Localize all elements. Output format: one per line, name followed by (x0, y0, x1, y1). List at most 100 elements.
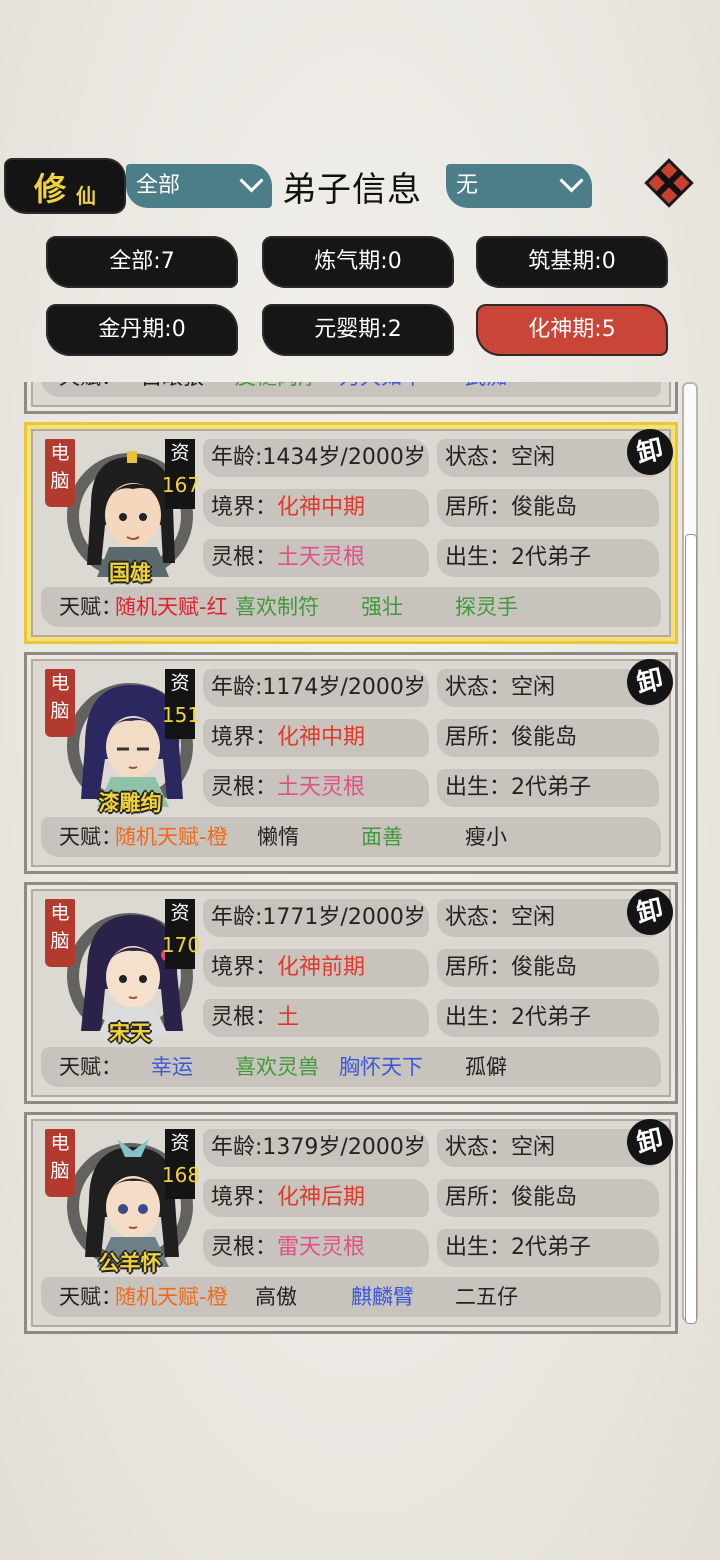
root-field: 灵根：土天灵根 (203, 769, 429, 807)
filter-zhuji[interactable]: 筑基期:0 (476, 236, 668, 288)
residence-value: 俊能岛 (511, 1185, 578, 1210)
talent: 二五仔 (455, 1285, 518, 1309)
birth-value: 2代弟子 (511, 1005, 592, 1030)
ai-controlled-tag: 电脑 (45, 1129, 75, 1197)
disciple-name: 国雄 (109, 561, 151, 585)
chevron-down-icon (559, 168, 584, 193)
age-field: 年龄:1434岁/2000岁 (203, 439, 429, 477)
realm-field: 境界：化神后期 (203, 1179, 429, 1217)
filter-all[interactable]: 全部:7 (46, 236, 238, 288)
age-field: 年龄:1771岁/2000岁 (203, 899, 429, 937)
page-title: 弟子信息 (282, 170, 422, 210)
chevron-down-icon (239, 168, 264, 193)
logo-big-char: 修 (34, 170, 67, 208)
disciple-card[interactable]: 电脑 资 168 公羊怀 年龄:1379岁/2000岁 状态：空闲 境界：化神后… (24, 1112, 678, 1334)
talent: 随机天赋-红 (115, 595, 228, 619)
logo-small-char: 仙 (76, 184, 96, 208)
talent-label: 天赋： (59, 1055, 122, 1079)
close-button[interactable] (644, 158, 694, 208)
state-value: 空闲 (511, 1135, 556, 1160)
ai-controlled-tag: 电脑 (45, 669, 75, 737)
realm-value: 化神后期 (277, 1185, 366, 1210)
filter-huashen[interactable]: 化神期:5 (476, 304, 668, 356)
scrollbar-thumb[interactable] (685, 534, 697, 1324)
talent-label: 天赋： (59, 595, 122, 619)
disciple-name: 漆雕绚 (98, 791, 162, 815)
talent: 麒麟臂 (351, 1285, 414, 1309)
category-dropdown-value: 全部 (136, 173, 181, 198)
talent-row: 天赋： 随机天赋-橙 高傲 麒麟臂 二五仔 (41, 1277, 661, 1317)
avatar: 电脑 资 151 漆雕绚 (45, 665, 200, 815)
disciple-card[interactable]: 电脑 资 170 宋天 年龄:1771岁/2000岁 状态：空闲 境界：化神前期… (24, 882, 678, 1104)
state-field: 状态：空闲 (437, 1129, 659, 1167)
talent: 探灵手 (455, 595, 518, 619)
ai-controlled-tag: 电脑 (45, 899, 75, 967)
disciple-card[interactable]: 电脑 资 151 漆雕绚 年龄:1174岁/2000岁 状态：空闲 境界：化神中… (24, 652, 678, 874)
aptitude-value: 167 (161, 473, 201, 497)
disciple-list[interactable]: 天赋： 白眼狼 皮糙肉厚 力大如牛 武痴 电脑 资 167 国雄 (0, 382, 720, 1344)
filter-yuanying[interactable]: 元婴期:2 (262, 304, 454, 356)
residence-value: 俊能岛 (511, 495, 578, 520)
talent-row: 天赋： 随机天赋-橙 懒惰 面善 瘦小 (41, 817, 661, 857)
residence-value: 俊能岛 (511, 955, 578, 980)
state-value: 空闲 (511, 905, 556, 930)
talent: 皮糙肉厚 (235, 382, 319, 397)
state-field: 状态：空闲 (437, 899, 659, 937)
talent: 喜欢制符 (235, 595, 319, 619)
talent-row: 天赋： 幸运 喜欢灵兽 胸怀天下 孤僻 (41, 1047, 661, 1087)
age-value: 1434岁/2000岁 (262, 445, 426, 470)
birth-value: 2代弟子 (511, 1235, 592, 1260)
state-field: 状态：空闲 (437, 669, 659, 707)
avatar: 电脑 资 170 宋天 (45, 895, 200, 1045)
talent: 懒惰 (257, 825, 299, 849)
state-value: 空闲 (511, 445, 556, 470)
talent: 白眼狼 (141, 382, 204, 397)
sort-dropdown-value: 无 (456, 173, 479, 198)
talent-row: 天赋： 白眼狼 皮糙肉厚 力大如牛 武痴 (41, 382, 661, 397)
birth-field: 出生：2代弟子 (437, 1229, 659, 1267)
realm-value: 化神中期 (277, 495, 366, 520)
age-value: 1379岁/2000岁 (262, 1135, 426, 1160)
list-scrollbar[interactable] (682, 382, 698, 1324)
residence-field: 居所：俊能岛 (437, 719, 659, 757)
birth-field: 出生：2代弟子 (437, 769, 659, 807)
residence-value: 俊能岛 (511, 725, 578, 750)
root-field: 灵根：雷天灵根 (203, 1229, 429, 1267)
age-field: 年龄:1174岁/2000岁 (203, 669, 429, 707)
talent: 力大如牛 (339, 382, 423, 397)
disciple-card-partial[interactable]: 天赋： 白眼狼 皮糙肉厚 力大如牛 武痴 (24, 382, 678, 414)
talent: 随机天赋-橙 (115, 1285, 228, 1309)
talent-label: 天赋： (59, 1285, 122, 1309)
aptitude-value: 170 (161, 933, 201, 957)
root-field: 灵根：土 (203, 999, 429, 1037)
talent-row: 天赋： 随机天赋-红 喜欢制符 强壮 探灵手 (41, 587, 661, 627)
app-logo: 修 仙 (6, 160, 124, 212)
talent: 强壮 (361, 595, 403, 619)
filter-jindan[interactable]: 金丹期:0 (46, 304, 238, 356)
category-dropdown[interactable]: 全部 (126, 164, 272, 208)
disciple-card[interactable]: 电脑 资 167 国雄 年龄:1434岁/2000岁 状态：空闲 境界：化神中期… (24, 422, 678, 644)
talent: 随机天赋-橙 (115, 825, 228, 849)
disciple-name: 宋天 (109, 1021, 151, 1045)
realm-value: 化神前期 (277, 955, 366, 980)
birth-field: 出生：2代弟子 (437, 539, 659, 577)
ai-controlled-tag: 电脑 (45, 439, 75, 507)
birth-field: 出生：2代弟子 (437, 999, 659, 1037)
residence-field: 居所：俊能岛 (437, 1179, 659, 1217)
realm-value: 化神中期 (277, 725, 366, 750)
talent: 高傲 (255, 1285, 297, 1309)
realm-field: 境界：化神中期 (203, 489, 429, 527)
talent: 瘦小 (465, 825, 507, 849)
birth-value: 2代弟子 (511, 775, 592, 800)
root-field: 灵根：土天灵根 (203, 539, 429, 577)
realm-field: 境界：化神中期 (203, 719, 429, 757)
filter-lianqi[interactable]: 炼气期:0 (262, 236, 454, 288)
root-value: 土天灵根 (277, 775, 366, 800)
talent-label: 天赋： (59, 825, 122, 849)
residence-field: 居所：俊能岛 (437, 949, 659, 987)
state-field: 状态：空闲 (437, 439, 659, 477)
sort-dropdown[interactable]: 无 (446, 164, 592, 208)
talent: 武痴 (465, 382, 507, 397)
talent: 面善 (361, 825, 403, 849)
age-value: 1771岁/2000岁 (262, 905, 426, 930)
